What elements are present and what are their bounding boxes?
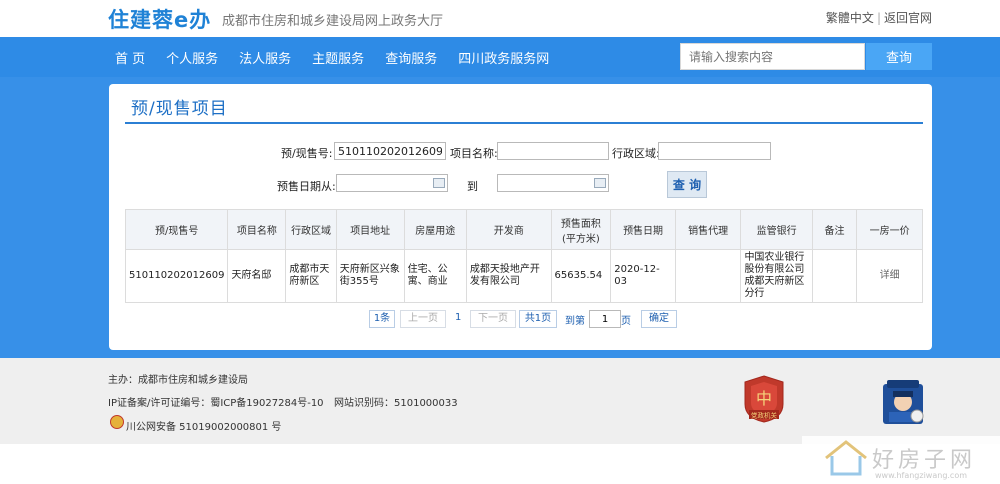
return-official-site-link[interactable]: 返回官网 (884, 11, 932, 25)
date-to-input[interactable] (497, 174, 609, 192)
table-row: 510110202012609 天府名邸 成都市天府新区 天府新区兴象街355号… (124, 249, 923, 303)
calendar-icon[interactable] (433, 178, 445, 188)
prev-page-button[interactable]: 上一页 (400, 310, 446, 328)
link-separator: | (876, 11, 881, 25)
col-usage: 房屋用途 (403, 209, 467, 250)
cell-area: 65635.54 (550, 249, 612, 303)
calendar-icon[interactable] (594, 178, 606, 188)
page-title: 预/现售项目 (131, 99, 228, 119)
col-project-name: 项目名称 (227, 209, 287, 250)
goto-page-input[interactable] (589, 310, 621, 328)
page-suffix: 页 (621, 316, 631, 327)
district-input[interactable] (658, 142, 771, 160)
emblem-label: 党政机关 (751, 411, 778, 420)
col-bank: 监管银行 (740, 209, 813, 250)
watermark-url: www.hfangziwang.com (875, 471, 968, 480)
site-search-button[interactable]: 查询 (866, 43, 932, 70)
col-price-list: 一房一价 (856, 209, 923, 250)
project-name-input[interactable] (497, 142, 609, 160)
traditional-chinese-link[interactable]: 繁體中文 (826, 11, 874, 25)
current-page: 1 (455, 312, 462, 323)
title-divider (125, 122, 923, 124)
next-page-button[interactable]: 下一页 (470, 310, 516, 328)
footer-police-record[interactable]: 川公网安备 51019002000801 号 (126, 418, 281, 433)
project-name-label: 项目名称: (450, 147, 498, 160)
date-from-input[interactable] (336, 174, 448, 192)
presale-no-input[interactable] (334, 142, 446, 160)
cell-usage: 住宅、公寓、商业 (403, 249, 467, 303)
cell-bank: 中国农业银行股份有限公司成都天府新区分行 (740, 249, 813, 303)
nav-item-corporate[interactable]: 法人服务 (239, 48, 291, 67)
cell-remark (811, 249, 858, 303)
watermark-text: 好房子网 (872, 448, 977, 473)
query-button[interactable]: 查 询 (667, 171, 707, 198)
nav-item-sichuan-portal[interactable]: 四川政务服务网 (458, 48, 549, 67)
government-agency-emblem-icon[interactable]: 中 党政机关 (743, 374, 785, 424)
col-developer: 开发商 (465, 209, 552, 250)
page-count: 共1页 (519, 310, 557, 328)
nav-item-query[interactable]: 查询服务 (385, 48, 437, 67)
presale-table: 预/现售号 项目名称 行政区域 项目地址 房屋用途 开发商 预售面积(平方米) … (124, 209, 923, 303)
footer-sponsor: 主办：成都市住房和城乡建设局 (108, 375, 248, 386)
col-district: 行政区域 (285, 209, 337, 250)
nav-items: 首 页 个人服务 法人服务 主题服务 查询服务 四川政务服务网 (115, 37, 570, 77)
presale-panel: 预/现售项目 预/现售号: 项目名称: 行政区域: 预售日期从: 到 查 询 预… (109, 84, 932, 350)
col-address: 项目地址 (335, 209, 405, 250)
total-count: 1条 (369, 310, 395, 328)
cell-developer: 成都天投地产开发有限公司 (465, 249, 552, 303)
site-subtitle: 成都市住房和城乡建设局网上政务大厅 (222, 14, 444, 29)
col-agent: 销售代理 (674, 209, 742, 250)
col-remark: 备注 (811, 209, 858, 250)
table-header-row: 预/现售号 项目名称 行政区域 项目地址 房屋用途 开发商 预售面积(平方米) … (124, 209, 923, 250)
col-date: 预售日期 (610, 209, 676, 250)
cell-date: 2020-12-03 (610, 249, 676, 303)
cell-agent (674, 249, 742, 303)
internet-police-icon[interactable] (877, 376, 929, 428)
svg-text:中: 中 (756, 389, 772, 408)
detail-link[interactable]: 详细 (856, 249, 923, 303)
cell-district: 成都市天府新区 (285, 249, 337, 303)
nav-item-personal[interactable]: 个人服务 (166, 48, 218, 67)
site-logo[interactable]: 住建蓉e办 (108, 4, 211, 34)
nav-item-home[interactable]: 首 页 (115, 48, 145, 67)
police-badge-icon (110, 415, 124, 429)
district-label: 行政区域: (612, 147, 660, 160)
house-logo-icon (825, 440, 867, 476)
presale-no-label: 预/现售号: (281, 147, 333, 160)
col-presale-no: 预/现售号 (124, 209, 229, 250)
footer-site-id: 网站识别码：5101000033 (334, 398, 458, 409)
cell-address: 天府新区兴象街355号 (335, 249, 405, 303)
top-header: 住建蓉e办 成都市住房和城乡建设局网上政务大厅 繁體中文 | 返回官网 (0, 0, 1000, 37)
footer-icp[interactable]: IP证备案/许可证编号：蜀ICP备19027284号-10 (108, 394, 324, 409)
date-from-label: 预售日期从: (277, 180, 336, 193)
col-area: 预售面积(平方米) (550, 209, 612, 250)
top-links: 繁體中文 | 返回官网 (826, 9, 932, 26)
confirm-page-button[interactable]: 确定 (641, 310, 677, 328)
date-to-label: 到 (467, 180, 478, 193)
site-search-input[interactable] (680, 43, 865, 70)
goto-label: 到第 (565, 316, 585, 327)
cell-project-name: 天府名邸 (227, 249, 287, 303)
main-nav: 首 页 个人服务 法人服务 主题服务 查询服务 四川政务服务网 查询 (0, 37, 1000, 77)
cell-presale-no: 510110202012609 (124, 249, 229, 303)
nav-item-themes[interactable]: 主题服务 (312, 48, 364, 67)
